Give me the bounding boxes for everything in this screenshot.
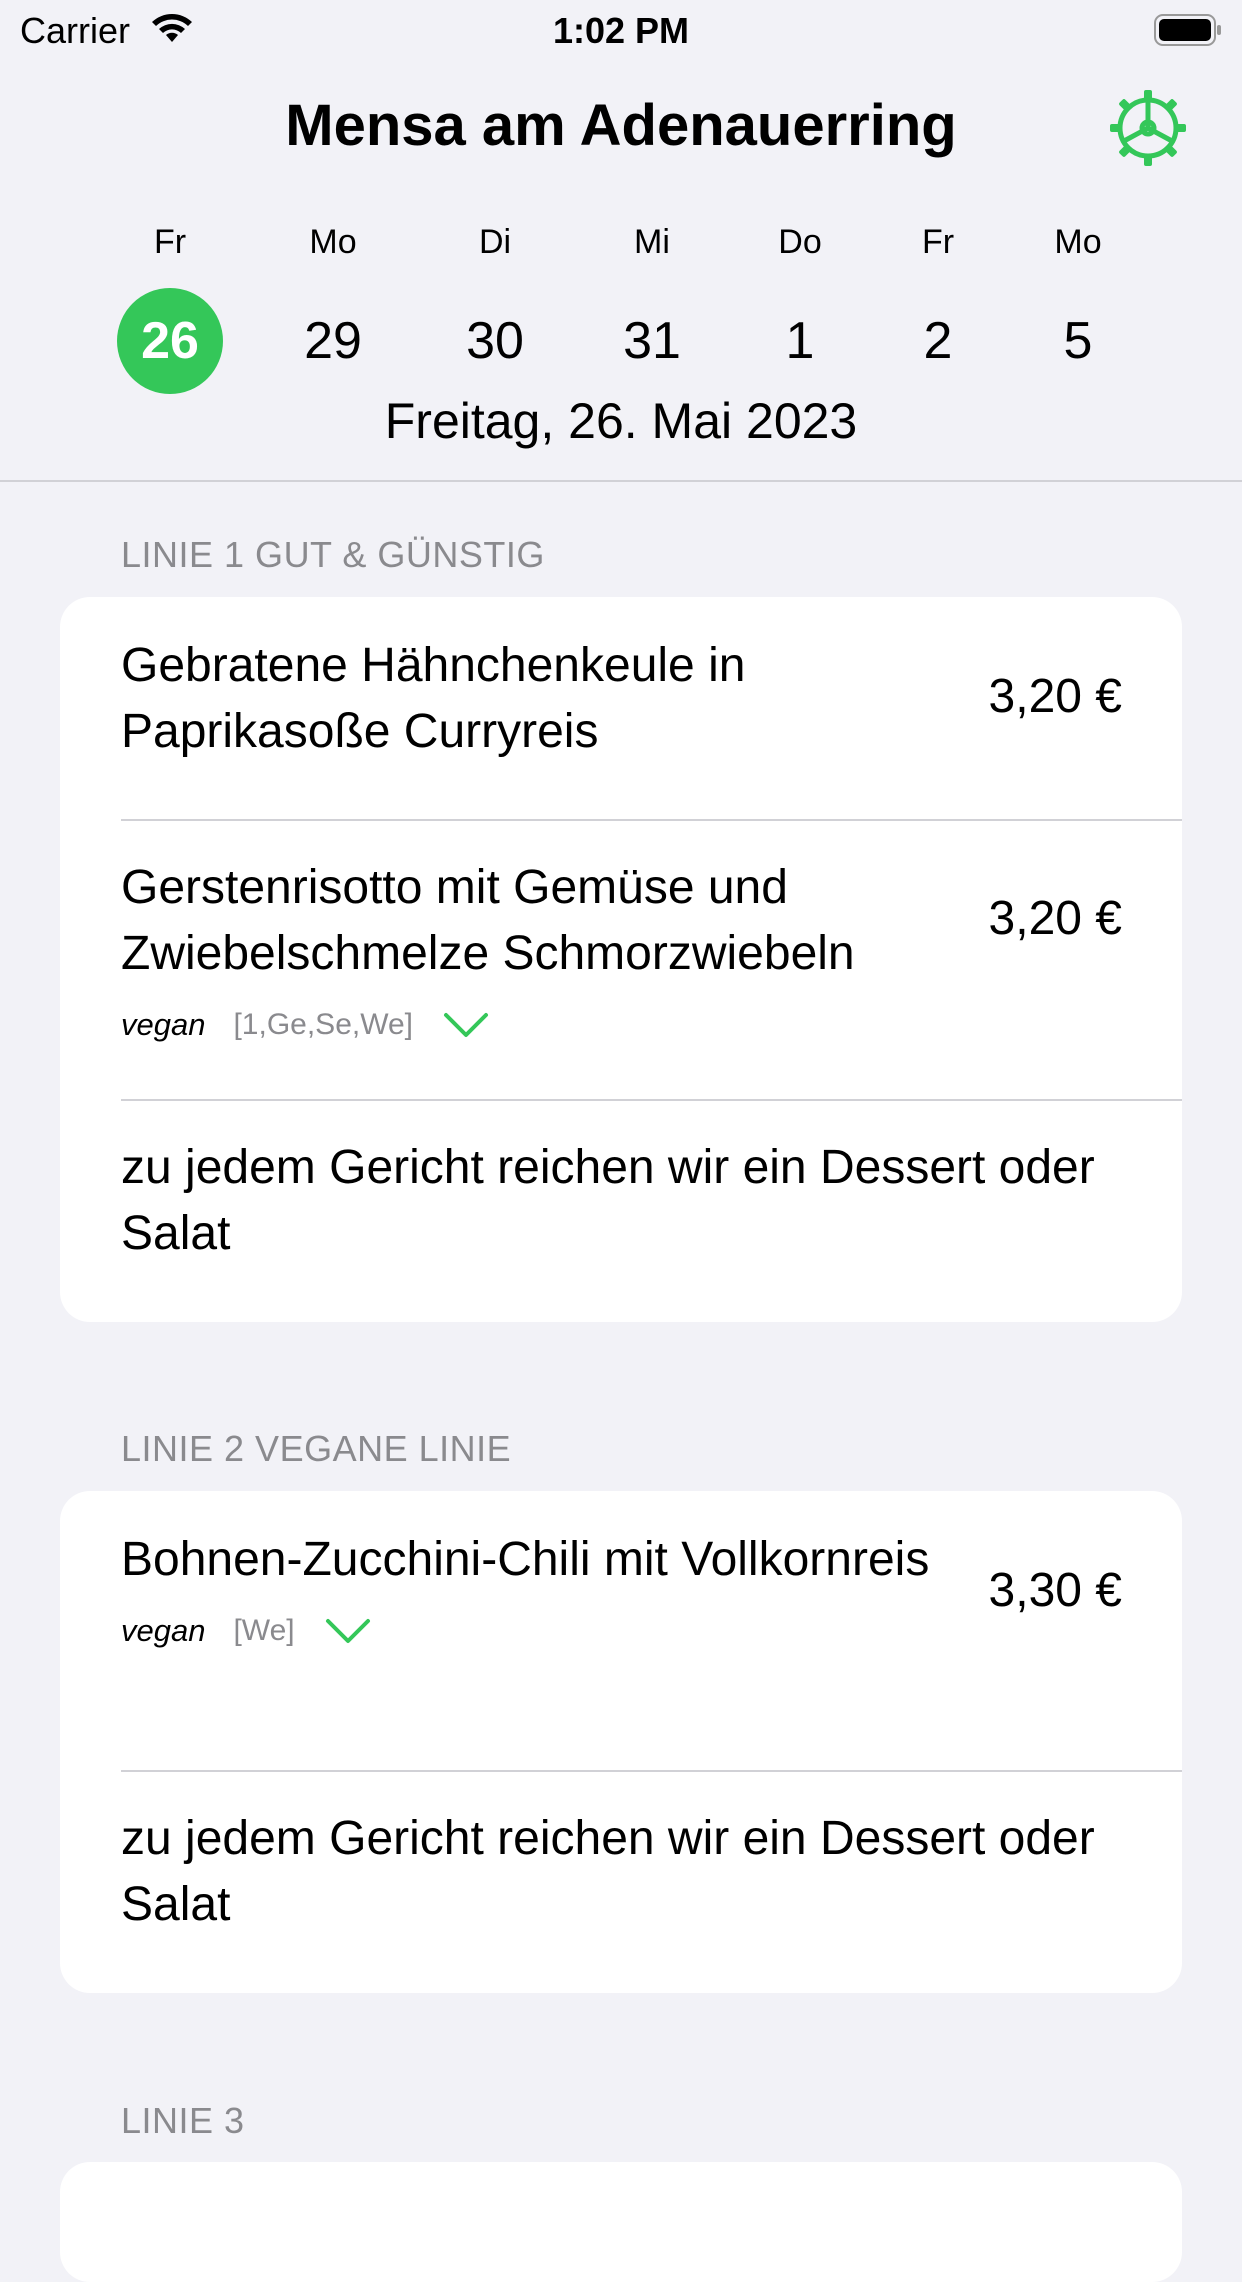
meal-price: 3,30 € — [988, 1564, 1122, 1617]
day-item: Di 30 — [435, 220, 555, 394]
battery-icon — [1154, 14, 1221, 46]
day-abbr: Fr — [921, 223, 955, 261]
settings-button[interactable] — [1104, 84, 1192, 172]
day-number[interactable]: 29 — [280, 288, 386, 394]
meal-name: Gerstenrisotto mit Gemüse und Zwiebelsch… — [121, 861, 855, 980]
day-number[interactable]: 5 — [1025, 288, 1131, 394]
day-item: Mi 31 — [592, 220, 712, 394]
day-number[interactable]: 1 — [747, 288, 853, 394]
meal-row[interactable]: Bohnen-Zucchini-Chili mit Vollkornreis 3… — [60, 1491, 1182, 1770]
day-abbr: Fr — [153, 223, 187, 261]
day-abbr: Mo — [1054, 223, 1102, 261]
section-header: LINIE 3 — [121, 2100, 245, 2141]
meal-card — [60, 2162, 1182, 2282]
chevron-down-icon[interactable] — [443, 1010, 489, 1040]
chevron-down-icon[interactable] — [325, 1616, 371, 1646]
day-number[interactable]: 31 — [599, 288, 705, 394]
day-number-selected[interactable]: 26 — [117, 288, 223, 394]
day-item: Mo 5 — [1018, 220, 1138, 394]
meal-card: Bohnen-Zucchini-Chili mit Vollkornreis 3… — [60, 1491, 1182, 1993]
meal-price: 3,20 € — [988, 670, 1122, 723]
day-item: Fr 2 — [878, 220, 998, 394]
day-number[interactable]: 30 — [442, 288, 548, 394]
gear-icon — [1110, 90, 1186, 166]
day-abbr: Di — [478, 223, 512, 261]
meal-row[interactable]: zu jedem Gericht reichen wir ein Dessert… — [60, 1099, 1182, 1322]
day-abbr: Mi — [634, 223, 670, 261]
day-item: Fr 26 — [110, 220, 230, 394]
selected-date-label: Freitag, 26. Mai 2023 — [384, 393, 858, 449]
day-abbr: Mo — [309, 223, 357, 261]
allergens-label: [1,Ge,Se,We] — [233, 1008, 413, 1041]
day-item: Mo 29 — [273, 220, 393, 394]
meal-row[interactable]: Gebratene Hähnchenkeule in Paprikasoße C… — [60, 597, 1182, 819]
meal-card: Gebratene Hähnchenkeule in Paprikasoße C… — [60, 597, 1182, 1322]
page-title: Mensa am Adenauerring — [285, 93, 957, 158]
vegan-tag: vegan — [121, 1007, 206, 1042]
meal-name: Bohnen-Zucchini-Chili mit Vollkornreis — [121, 1533, 930, 1586]
meal-price: 3,20 € — [988, 892, 1122, 945]
vegan-tag: vegan — [121, 1613, 206, 1648]
meal-row[interactable]: zu jedem Gericht reichen wir ein Dessert… — [60, 1770, 1182, 1993]
header: Mensa am Adenauerring Fr 26 Mo 29 Di 30 … — [0, 62, 1242, 482]
meal-name: Gebratene Hähnchenkeule in Paprikasoße C… — [121, 639, 746, 758]
day-number[interactable]: 2 — [885, 288, 991, 394]
meal-meta: vegan [1,Ge,Se,We] — [121, 995, 1182, 1055]
meal-name: zu jedem Gericht reichen wir ein Dessert… — [121, 1141, 1095, 1260]
day-item: Do 1 — [740, 220, 860, 394]
section-header: LINIE 1 GUT & GÜNSTIG — [121, 534, 545, 575]
meal-row[interactable]: Gerstenrisotto mit Gemüse und Zwiebelsch… — [60, 819, 1182, 1099]
day-abbr: Do — [778, 223, 822, 261]
status-bar: Carrier 1:02 PM — [0, 0, 1242, 62]
meal-name: zu jedem Gericht reichen wir ein Dessert… — [121, 1812, 1095, 1931]
allergens-label: [We] — [233, 1614, 295, 1647]
status-time: 1:02 PM — [552, 10, 690, 51]
section-header: LINIE 2 VEGANE LINIE — [121, 1428, 512, 1469]
